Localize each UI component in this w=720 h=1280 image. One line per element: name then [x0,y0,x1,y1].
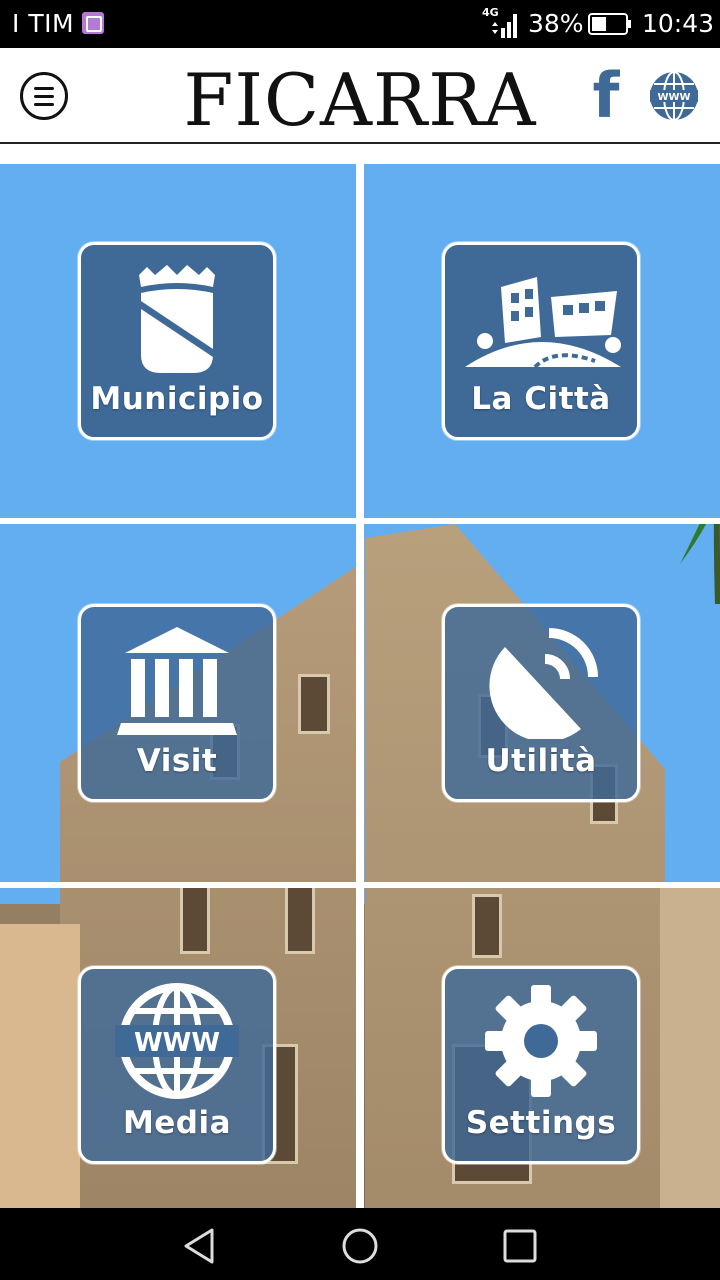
recents-square-icon[interactable] [500,1226,540,1266]
media-button[interactable]: WWW Media [78,966,276,1164]
app-header: FICARRA f WWW [0,48,720,144]
visit-label: Visit [136,743,218,779]
town-buildings-icon [465,277,621,369]
municipio-label: Municipio [90,381,264,417]
battery-percentage: 38% [528,9,584,38]
battery-icon [588,13,631,35]
grid-divider-horizontal [0,518,720,524]
clock: 10:43 [642,9,715,38]
www-globe-icon[interactable]: WWW [648,70,700,122]
status-bar: I TIM 4G 38% 10:43 [0,0,720,48]
grid-divider-vertical [356,164,364,1208]
satellite-dish-icon [489,628,598,739]
gallery-notification-icon [82,12,104,34]
menu-grid: Municipio La Città Visit Utilità WWW Med… [0,164,720,1208]
settings-button[interactable]: Settings [442,966,640,1164]
www-globe-icon: WWW [115,983,239,1099]
municipio-button[interactable]: Municipio [78,242,276,440]
museum-icon [117,627,237,735]
utilita-label: Utilità [485,743,597,779]
svg-text:WWW: WWW [134,1028,220,1058]
coat-of-arms-icon [139,265,215,373]
la-citta-button[interactable]: La Città [442,242,640,440]
navigation-bar [0,1208,720,1280]
la-citta-label: La Città [471,381,611,417]
media-label: Media [122,1105,232,1141]
carrier-name: I TIM [12,9,75,38]
back-triangle-icon[interactable] [180,1226,220,1266]
gear-icon [485,985,597,1097]
svg-text:WWW: WWW [657,92,690,103]
facebook-icon[interactable]: f [588,65,624,127]
signal-icon [492,14,517,38]
settings-label: Settings [465,1105,617,1141]
grid-divider-horizontal [0,882,720,888]
utilita-button[interactable]: Utilità [442,604,640,802]
home-circle-icon[interactable] [340,1226,380,1266]
visit-button[interactable]: Visit [78,604,276,802]
